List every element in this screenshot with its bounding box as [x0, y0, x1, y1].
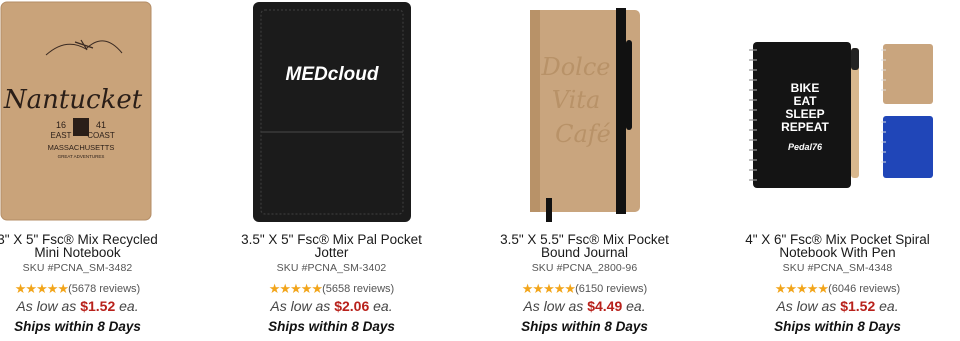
- product-image[interactable]: MEDcloud: [205, 0, 458, 232]
- shipping-info: Ships within 8 Days: [268, 319, 395, 334]
- svg-text:Café: Café: [555, 120, 611, 148]
- star-rating-icon: ★★★★★: [268, 281, 323, 296]
- product-rating[interactable]: ★★★★★(6150 reviews): [458, 281, 711, 297]
- svg-text:EAT: EAT: [793, 94, 817, 108]
- product-card[interactable]: Dolce Vita Café 3.5" X 5.5" Fsc® Mix Poc…: [458, 0, 711, 341]
- star-rating-icon: ★★★★★: [774, 281, 829, 296]
- svg-text:BIKE: BIKE: [791, 81, 820, 95]
- product-rating[interactable]: ★★★★★(5678 reviews): [0, 281, 204, 297]
- shipping-info: Ships within 8 Days: [774, 319, 901, 334]
- svg-text:Pedal76: Pedal76: [788, 142, 823, 152]
- product-image[interactable]: BIKE EAT SLEEP REPEAT Pedal76: [711, 0, 960, 232]
- product-rating[interactable]: ★★★★★(5658 reviews): [205, 281, 458, 297]
- svg-text:GREAT ADVENTURES: GREAT ADVENTURES: [58, 154, 105, 159]
- product-sku: SKU #PCNA_SM-4348: [782, 262, 893, 274]
- review-count: (6046 reviews): [828, 283, 901, 295]
- product-title[interactable]: 3" X 5" Fsc® Mix Recycled Mini Notebook: [0, 233, 204, 260]
- product-image[interactable]: Dolce Vita Café: [458, 0, 711, 232]
- product-sku: SKU #PCNA_2800-96: [531, 262, 638, 274]
- product-grid: Nantucket 16 41 EAST COAST MASSACHUSETTS…: [0, 0, 960, 341]
- star-rating-icon: ★★★★★: [521, 281, 576, 296]
- svg-text:REPEAT: REPEAT: [781, 120, 829, 134]
- product-image[interactable]: Nantucket 16 41 EAST COAST MASSACHUSETTS…: [0, 0, 204, 232]
- svg-text:COAST: COAST: [87, 131, 115, 140]
- svg-text:16: 16: [56, 120, 66, 130]
- svg-text:Dolce: Dolce: [540, 53, 610, 81]
- review-count: (6150 reviews): [575, 283, 648, 295]
- product-card[interactable]: MEDcloud 3.5" X 5" Fsc® Mix Pal Pocket J…: [205, 0, 458, 341]
- product-price: As low as $1.52 ea.: [776, 298, 899, 314]
- svg-text:MEDcloud: MEDcloud: [286, 64, 379, 85]
- star-rating-icon: ★★★★★: [14, 281, 69, 296]
- product-title[interactable]: 4" X 6" Fsc® Mix Pocket Spiral Notebook …: [711, 233, 960, 260]
- product-card[interactable]: BIKE EAT SLEEP REPEAT Pedal76 4" X 6" Fs…: [711, 0, 960, 341]
- svg-text:EAST: EAST: [51, 131, 72, 140]
- svg-text:Nantucket: Nantucket: [3, 85, 143, 115]
- review-count: (5678 reviews): [68, 283, 141, 295]
- svg-text:SLEEP: SLEEP: [785, 107, 824, 121]
- product-price: As low as $2.06 ea.: [270, 298, 393, 314]
- shipping-info: Ships within 8 Days: [14, 319, 141, 334]
- product-title[interactable]: 3.5" X 5" Fsc® Mix Pal Pocket Jotter: [205, 233, 458, 260]
- product-price: As low as $1.52 ea.: [16, 298, 139, 314]
- svg-text:Vita: Vita: [552, 86, 601, 114]
- product-card[interactable]: Nantucket 16 41 EAST COAST MASSACHUSETTS…: [0, 0, 204, 341]
- product-rating[interactable]: ★★★★★(6046 reviews): [711, 281, 960, 297]
- product-sku: SKU #PCNA_SM-3402: [276, 262, 387, 274]
- product-sku: SKU #PCNA_SM-3482: [22, 262, 133, 274]
- shipping-info: Ships within 8 Days: [521, 319, 648, 334]
- svg-text:41: 41: [96, 120, 106, 130]
- svg-text:MASSACHUSETTS: MASSACHUSETTS: [48, 143, 115, 152]
- review-count: (5658 reviews): [322, 283, 395, 295]
- product-price: As low as $4.49 ea.: [523, 298, 646, 314]
- product-title[interactable]: 3.5" X 5.5" Fsc® Mix Pocket Bound Journa…: [458, 233, 711, 260]
